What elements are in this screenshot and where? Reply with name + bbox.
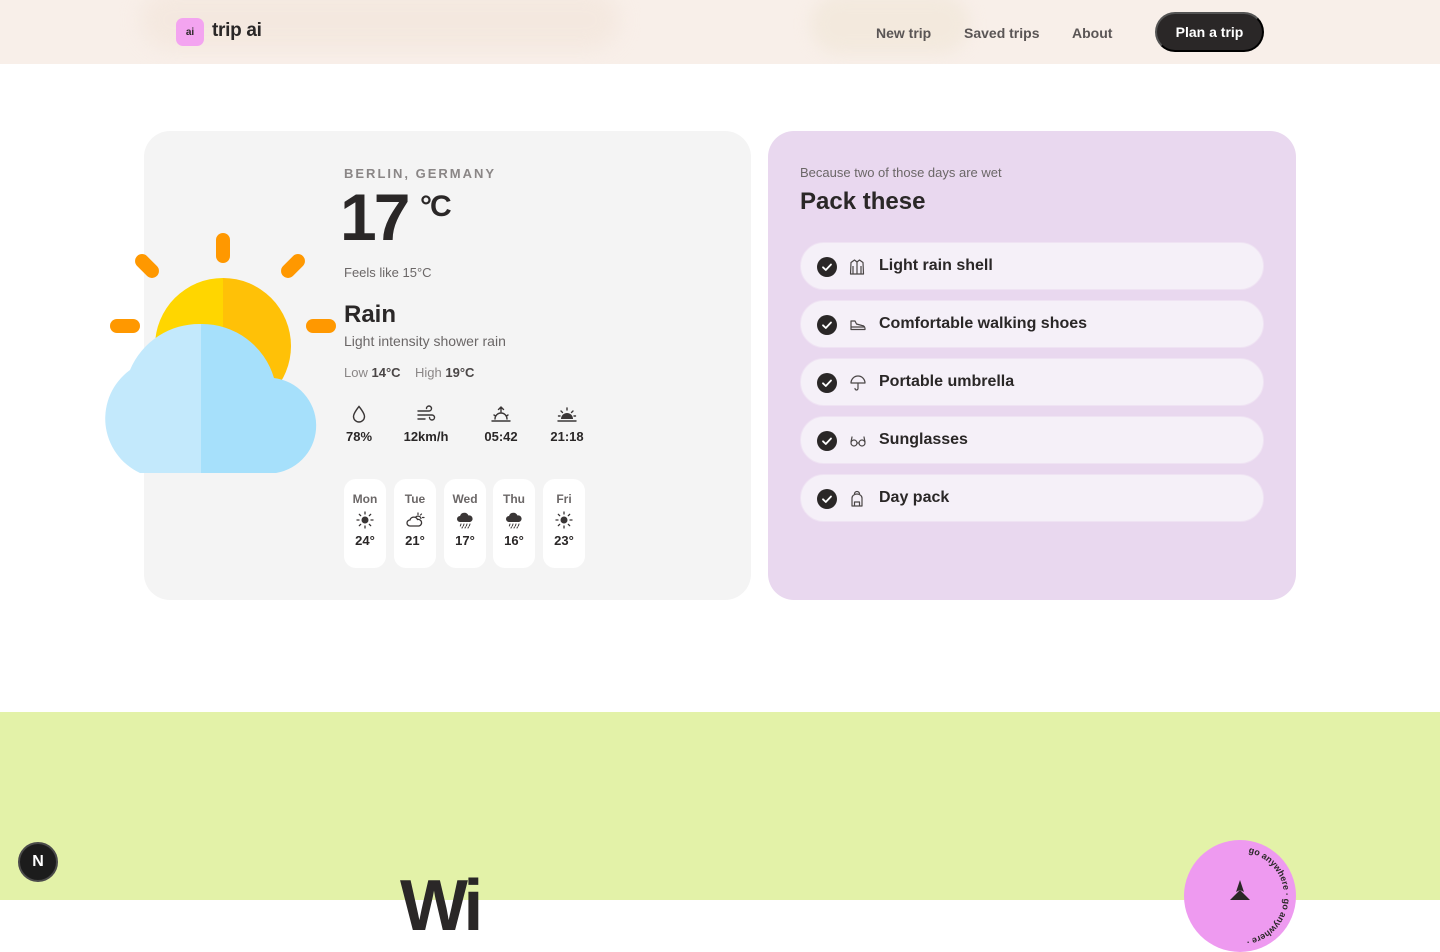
forecast-day-name: Fri <box>556 492 572 506</box>
sunset-stat: 21:18 <box>548 405 586 444</box>
weather-condition: Rain <box>344 301 397 328</box>
nav-link-new-trip[interactable]: New trip <box>876 25 931 41</box>
high-value: 19°C <box>445 365 475 380</box>
sunrise-icon <box>491 406 511 422</box>
forecast-day: Fri 23° <box>543 479 585 568</box>
go-anywhere-stamp: go anywhere · go anywhere · <box>1184 840 1296 952</box>
forecast-day-name: Tue <box>404 492 426 506</box>
forecast-temp: 17° <box>455 533 475 548</box>
checked-icon[interactable] <box>817 257 837 277</box>
forecast-temp: 23° <box>554 533 574 548</box>
low-value: 14°C <box>371 365 401 380</box>
pack-item[interactable]: Sunglasses <box>800 416 1264 464</box>
logo-badge[interactable]: ai <box>176 18 204 46</box>
forecast-day: Wed 17° <box>444 479 486 568</box>
sunrise-value: 05:42 <box>484 429 518 444</box>
pack-item[interactable]: Comfortable walking shoes <box>800 300 1264 348</box>
feels-like: Feels like 15°C <box>344 265 432 280</box>
top-nav: ai trip ai New trip Saved trips About Pl… <box>0 0 1440 64</box>
sunrise-stat: 05:42 <box>480 405 522 444</box>
wind-stat: 12km/h <box>398 405 454 444</box>
low-label: Low <box>344 365 368 380</box>
forecast-temp: 16° <box>504 533 524 548</box>
forecast-day: Tue 21° <box>394 479 436 568</box>
pack-item[interactable]: Portable umbrella <box>800 358 1264 406</box>
temperature-range: Low 14°C High 19°C <box>344 365 474 380</box>
current-temperature: 17 <box>340 180 410 254</box>
location-label: BERLIN, GERMANY <box>344 166 497 181</box>
wind-value: 12km/h <box>403 429 449 444</box>
pack-item-label: Light rain shell <box>879 257 993 274</box>
forecast-day: Thu 16° <box>493 479 535 568</box>
pack-item[interactable]: Day pack <box>800 474 1264 522</box>
pack-item-label: Comfortable walking shoes <box>879 315 1088 332</box>
sunset-value: 21:18 <box>550 429 584 444</box>
high-label: High <box>414 365 442 380</box>
checked-icon[interactable] <box>817 373 837 393</box>
shoe-icon <box>850 320 866 331</box>
dev-tools-badge[interactable]: N <box>18 842 58 882</box>
sun-cloud-illustration <box>105 233 336 473</box>
forecast-day-name: Mon <box>352 492 378 506</box>
backpack-icon <box>851 490 863 507</box>
pack-item-label: Day pack <box>879 489 950 506</box>
checked-icon[interactable] <box>817 489 837 509</box>
pack-item[interactable]: Light rain shell <box>800 242 1264 290</box>
forecast-temp: 24° <box>355 533 375 548</box>
sunset-icon <box>557 407 577 422</box>
humidity-stat: 78% <box>344 405 374 444</box>
humidity-icon <box>352 405 366 423</box>
sun-icon <box>555 511 573 529</box>
glasses-icon <box>850 436 866 447</box>
rain-cloud-icon <box>457 512 473 529</box>
packing-subtitle: Because two of those days are wet <box>800 165 1002 180</box>
forecast-day: Mon 24° <box>344 479 386 568</box>
humidity-value: 78% <box>345 429 373 444</box>
weather-condition-detail: Light intensity shower rain <box>344 333 506 349</box>
rain-cloud-icon <box>506 512 522 529</box>
checked-icon[interactable] <box>817 431 837 451</box>
forecast-temp: 21° <box>405 533 425 548</box>
forecast-day-name: Wed <box>452 492 478 506</box>
wind-icon <box>417 405 436 421</box>
nav-link-saved-trips[interactable]: Saved trips <box>964 25 1039 41</box>
plan-trip-button[interactable]: Plan a trip <box>1155 12 1264 52</box>
nav-link-about[interactable]: About <box>1072 25 1112 41</box>
forecast-day-name: Thu <box>503 492 525 506</box>
jacket-icon <box>849 259 865 275</box>
sun-icon <box>356 511 374 529</box>
pack-item-label: Sunglasses <box>879 431 968 448</box>
temperature-unit: °C <box>420 190 452 223</box>
logo-text[interactable]: trip ai <box>212 20 262 42</box>
partly-cloudy-icon <box>406 512 425 527</box>
umbrella-icon <box>850 375 866 391</box>
checked-icon[interactable] <box>817 315 837 335</box>
section-heading: Wi <box>400 866 483 946</box>
pack-item-label: Portable umbrella <box>879 373 1015 390</box>
packing-title: Pack these <box>800 188 926 215</box>
